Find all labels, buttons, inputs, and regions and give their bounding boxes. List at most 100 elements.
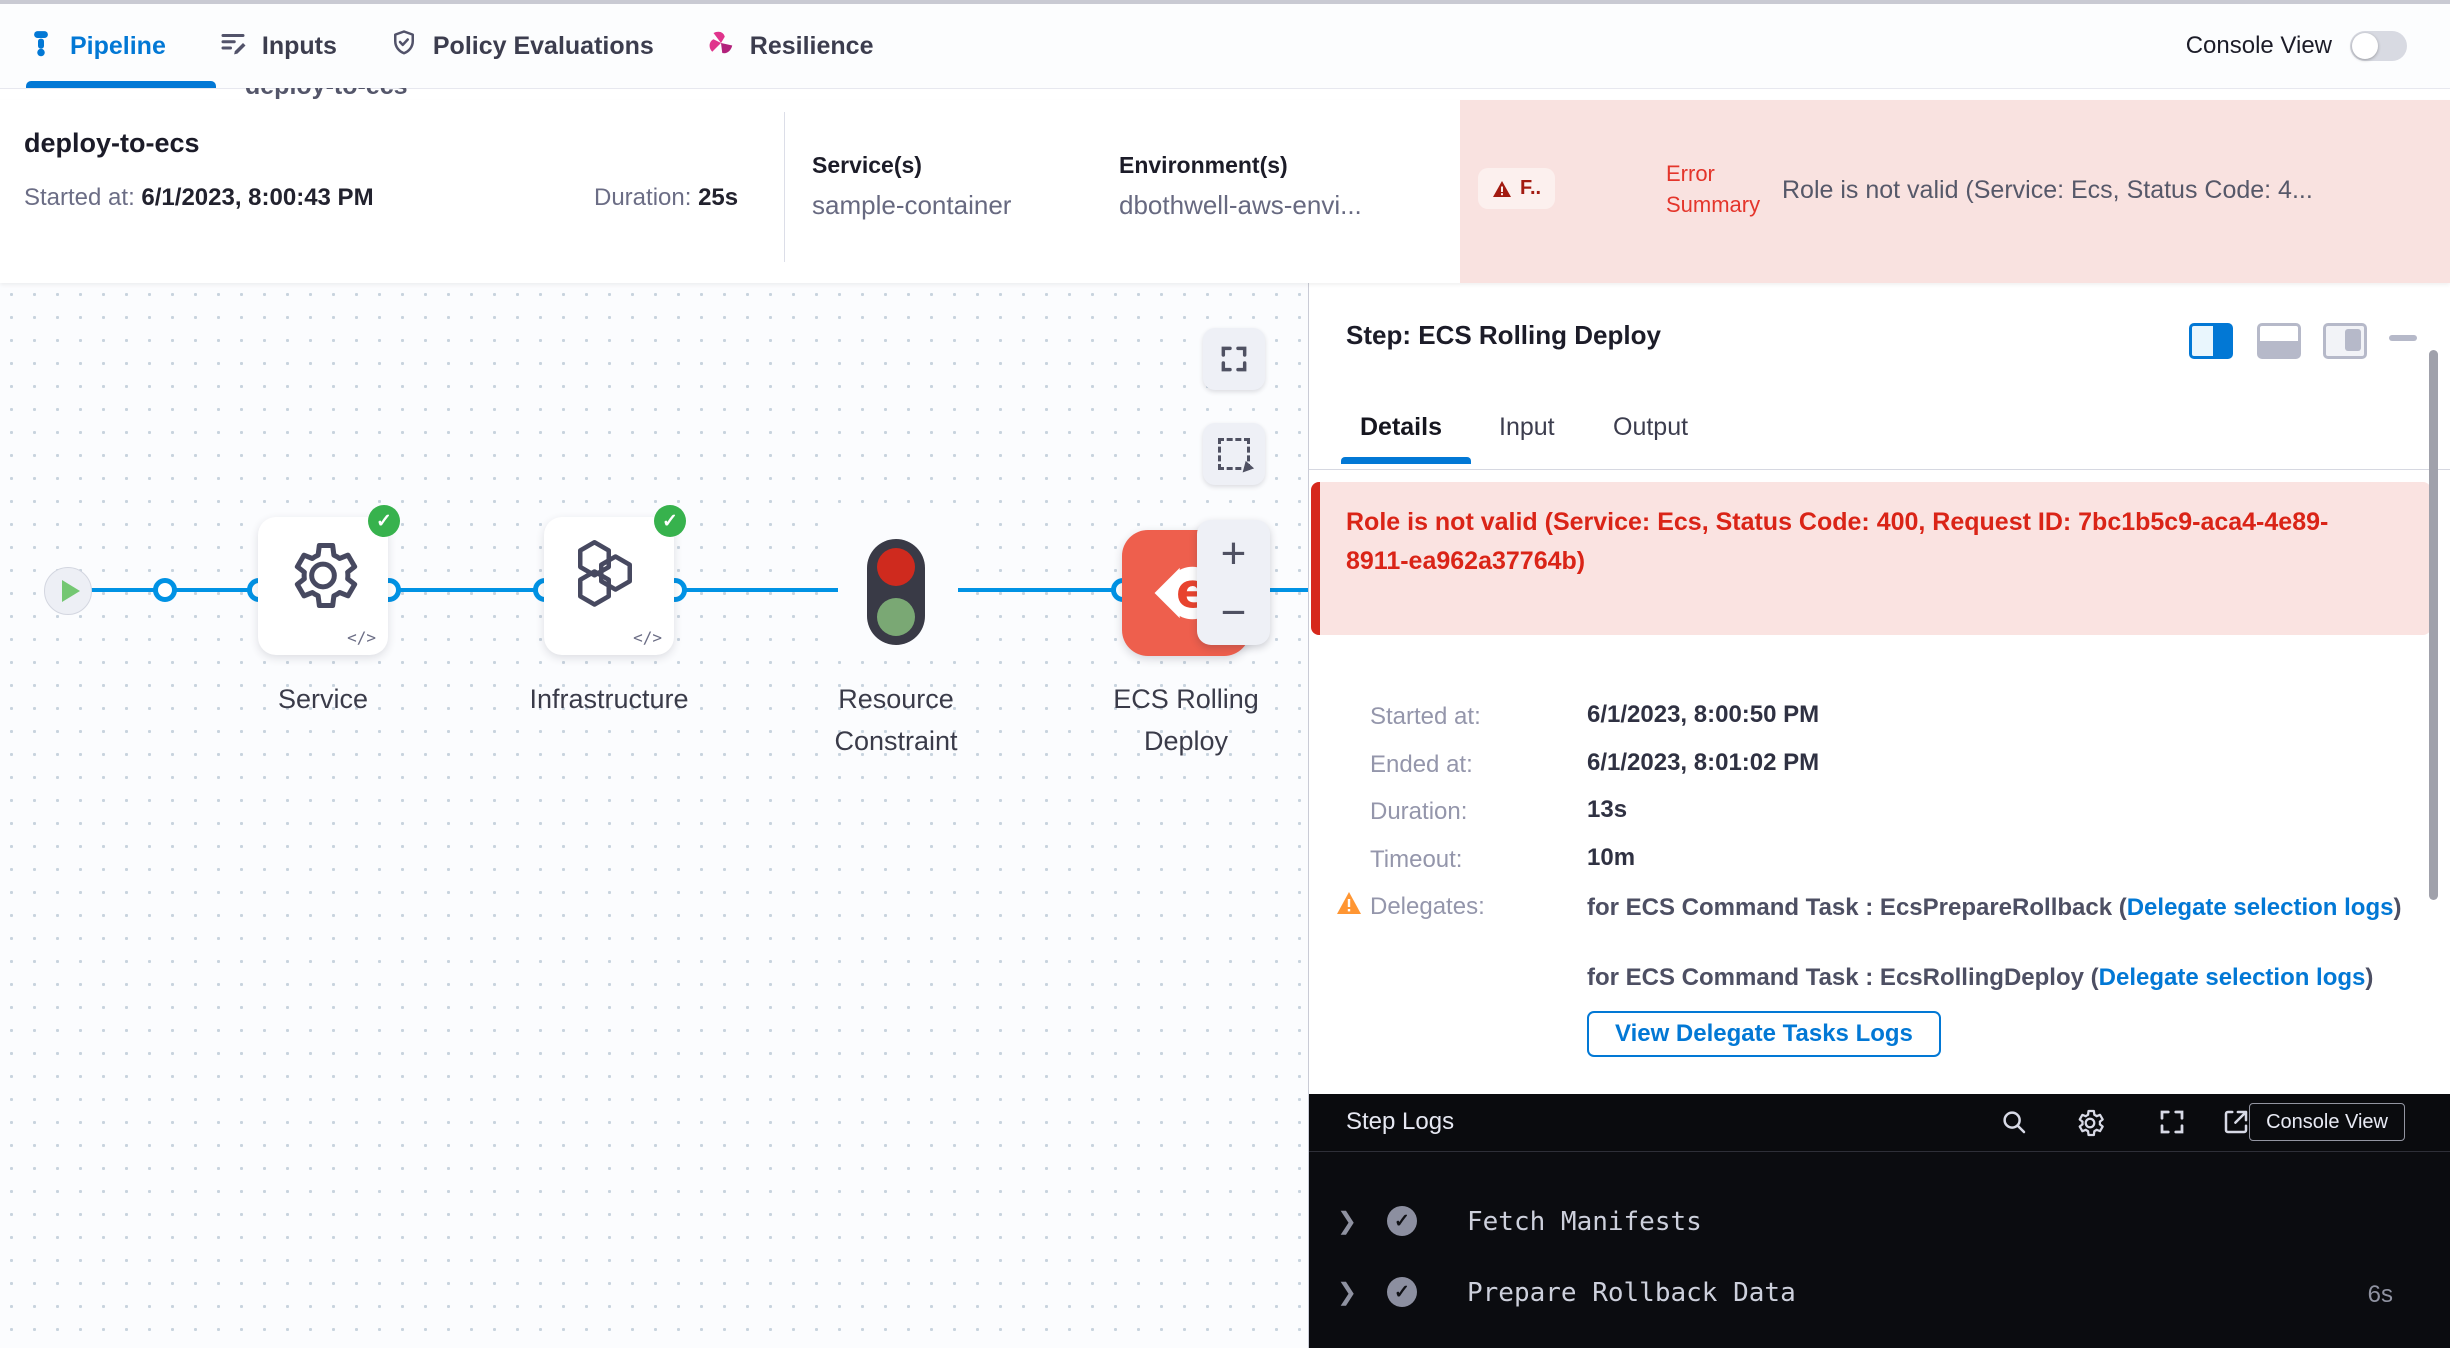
canvas-fullscreen-button[interactable] [1203,328,1265,390]
started-at-value: 6/1/2023, 8:00:50 PM [1587,701,1819,729]
tab-inputs[interactable]: Inputs [218,28,337,65]
log-success-check-icon: ✓ [1387,1277,1417,1307]
log-step-name: Fetch Manifests [1467,1207,1702,1237]
tab-resilience[interactable]: Resilience [706,28,874,65]
hexagons-icon [569,535,649,620]
step-details-panel: Step: ECS Rolling Deploy Details Input O… [1308,283,2450,1348]
gear-icon [283,535,363,620]
environments-label: Environment(s) [1119,152,1288,179]
delegate-suffix: ) [2365,964,2373,991]
zoom-out-button[interactable]: − [1197,587,1270,639]
canvas-zoom-panel: + − [1197,520,1270,645]
zoom-in-button[interactable]: + [1197,526,1270,582]
success-check-icon: ✓ [368,505,400,537]
panel-title: Step: ECS Rolling Deploy [1346,320,1661,351]
node-infrastructure[interactable]: ✓ </> [544,517,674,655]
top-nav: Pipeline Inputs Policy E [0,4,2450,89]
console-view-toggle[interactable] [2350,31,2407,61]
started-at-label: Started at: [24,184,135,211]
chevron-right-icon[interactable]: ❯ [1337,1207,1357,1236]
shield-check-icon [389,28,419,65]
console-view-control: Console View [2186,4,2407,88]
environments-value[interactable]: dbothwell-aws-envi... [1119,190,1362,221]
marquee-select-icon [1218,438,1250,470]
header-divider [784,112,785,262]
duration: Duration: 25s [594,184,738,212]
tab-pipeline[interactable]: Pipeline [26,28,166,65]
tab-pipeline-label: Pipeline [70,32,166,61]
tab-policy-evaluations[interactable]: Policy Evaluations [389,28,654,65]
nav-tabs: Pipeline Inputs Policy E [26,4,873,88]
inputs-icon [218,28,248,65]
minimize-panel-icon[interactable] [2389,335,2417,341]
pipeline-icon [26,28,56,65]
tab-input[interactable]: Input [1499,413,1555,442]
step-logs-section: Step Logs [1309,1094,2450,1348]
delegates-label: Delegates: [1370,893,1485,921]
services-value[interactable]: sample-container [812,190,1011,221]
node-service[interactable]: ✓ </> [258,517,388,655]
panel-scrollbar-thumb[interactable] [2429,350,2438,900]
layout-right-view-icon[interactable] [2189,323,2233,359]
delegate-info-line: for ECS Command Task : EcsPrepareRollbac… [1587,891,2432,925]
active-tab-underline [26,81,216,88]
connector-port [153,578,177,602]
node-label-infrastructure: Infrastructure [499,678,719,720]
timeout-value: 10m [1587,844,1635,872]
delegate-selection-logs-link[interactable]: Delegate selection logs [2127,894,2394,921]
search-icon[interactable] [1999,1107,2029,1142]
canvas-select-button[interactable] [1203,423,1265,485]
timeout-label: Timeout: [1370,846,1462,874]
duration-label: Duration: [1370,798,1467,826]
traffic-green-light [877,598,915,636]
pipeline-title: deploy-to-ecs [24,128,200,159]
traffic-red-light [877,548,915,586]
code-glyph: </> [347,628,376,647]
open-external-icon[interactable] [2221,1107,2251,1142]
chevron-right-icon[interactable]: ❯ [1337,1278,1357,1307]
app-root: Pipeline Inputs Policy E [0,0,2450,1348]
step-logs-title: Step Logs [1346,1108,1454,1136]
pipeline-canvas: ✓ </> ✓ </> [0,283,1308,1348]
view-delegate-tasks-logs-button[interactable]: View Delegate Tasks Logs [1587,1011,1941,1057]
execution-header: deploy-to-ecs Started at: 6/1/2023, 8:00… [0,100,2450,283]
error-summary-message: Role is not valid (Service: Ecs, Status … [1782,176,2422,205]
pipeline-start-node [44,567,92,615]
duration-value: 25s [698,184,738,211]
delegate-prefix: for ECS Command Task : EcsPrepareRollbac… [1587,894,2127,921]
step-error-banner: Role is not valid (Service: Ecs, Status … [1311,482,2431,635]
layout-bottom-view-icon[interactable] [2257,323,2301,359]
log-step-name: Prepare Rollback Data [1467,1278,1796,1308]
node-resource-constraint[interactable] [867,539,925,645]
toggle-knob [2352,33,2378,59]
log-row-fetch-manifests[interactable]: ❯ ✓ Fetch Manifests [1309,1200,2450,1246]
delegates-warning-icon [1336,891,1362,920]
fullscreen-icon[interactable] [2157,1107,2187,1142]
console-view-label: Console View [2186,32,2332,60]
gear-icon[interactable] [2074,1107,2106,1144]
tab-details[interactable]: Details [1360,413,1442,442]
success-check-icon: ✓ [654,505,686,537]
clipped-pipeline-name: deploy-to-ecs [245,88,505,100]
tab-output[interactable]: Output [1613,413,1688,442]
step-logs-header: Step Logs [1309,1094,2450,1152]
services-label: Service(s) [812,152,922,179]
log-row-prepare-rollback-data[interactable]: ❯ ✓ Prepare Rollback Data 6s [1309,1271,2450,1317]
log-step-duration: 6s [2368,1281,2393,1309]
delegate-selection-logs-link[interactable]: Delegate selection logs [2099,964,2366,991]
delegate-suffix: ) [2393,894,2401,921]
details-tab-underline [1341,457,1471,464]
tab-inputs-label: Inputs [262,32,337,61]
log-success-check-icon: ✓ [1387,1206,1417,1236]
tabs-divider [1309,469,2450,470]
expand-icon [1218,343,1250,375]
ended-at-value: 6/1/2023, 8:01:02 PM [1587,749,1819,777]
delegate-prefix: for ECS Command Task : EcsRollingDeploy … [1587,964,2099,991]
layout-drawer-view-icon[interactable] [2323,323,2367,359]
started-at-label: Started at: [1370,703,1481,731]
ended-at-label: Ended at: [1370,751,1473,779]
failed-badge-text: F.. [1520,177,1541,200]
logs-console-view-button[interactable]: Console View [2249,1103,2405,1141]
resilience-icon [706,28,736,65]
failed-status-badge: F.. [1478,168,1555,209]
